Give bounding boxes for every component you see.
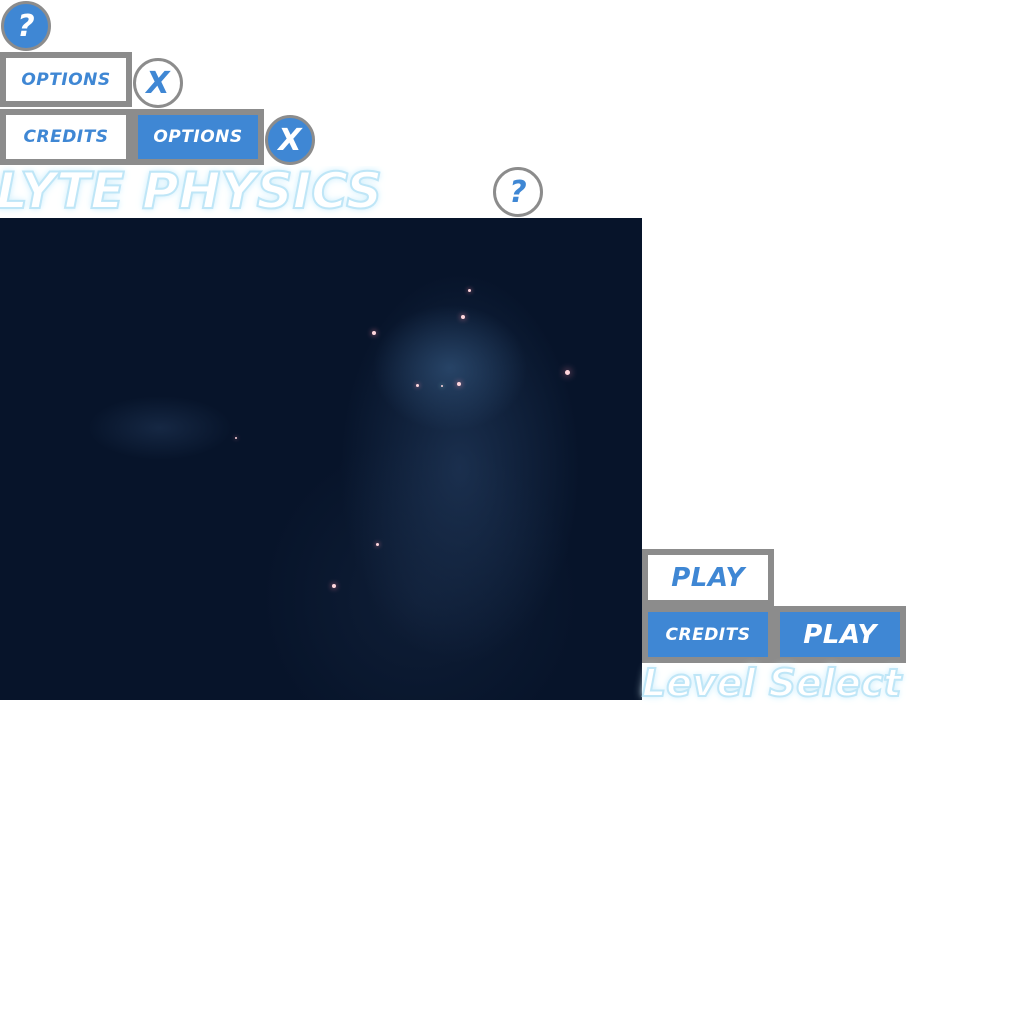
- star: [468, 289, 471, 292]
- question-icon-white: ?: [509, 174, 527, 210]
- help-button-top[interactable]: ?: [1, 1, 51, 51]
- star: [441, 385, 443, 387]
- play-label-blue: PLAY: [803, 619, 877, 650]
- level-select-title: Level Select: [641, 661, 902, 705]
- credits-label-blue: CREDITS: [665, 624, 751, 645]
- close-icon-blue: X: [278, 122, 302, 158]
- play-label: PLAY: [671, 562, 745, 593]
- star: [461, 315, 465, 319]
- level-select-text: Level Select: [641, 661, 902, 705]
- star: [372, 331, 376, 335]
- credits-button-white[interactable]: CREDITS: [0, 109, 132, 165]
- options-label: OPTIONS: [21, 69, 111, 90]
- options-button-blue[interactable]: OPTIONS: [132, 109, 264, 165]
- options-button-white[interactable]: OPTIONS: [0, 52, 132, 107]
- close-button-blue[interactable]: X: [265, 115, 315, 165]
- play-button-white[interactable]: PLAY: [642, 549, 774, 606]
- question-icon: ?: [17, 8, 35, 44]
- star: [457, 382, 461, 386]
- star: [565, 370, 570, 375]
- close-button-white[interactable]: X: [133, 58, 183, 108]
- help-button-white[interactable]: ?: [493, 167, 543, 217]
- options-label-blue: OPTIONS: [153, 127, 243, 147]
- credits-label: CREDITS: [23, 127, 109, 147]
- star: [416, 384, 419, 387]
- star: [332, 584, 336, 588]
- close-icon: X: [146, 65, 170, 101]
- star: [376, 543, 379, 546]
- game-title: LYTE PHYSICS: [0, 166, 490, 218]
- play-button-blue[interactable]: PLAY: [774, 606, 906, 663]
- credits-button-blue[interactable]: CREDITS: [642, 606, 774, 663]
- game-title-text: LYTE PHYSICS: [0, 166, 383, 218]
- star: [235, 437, 237, 439]
- game-preview-background: [0, 218, 642, 700]
